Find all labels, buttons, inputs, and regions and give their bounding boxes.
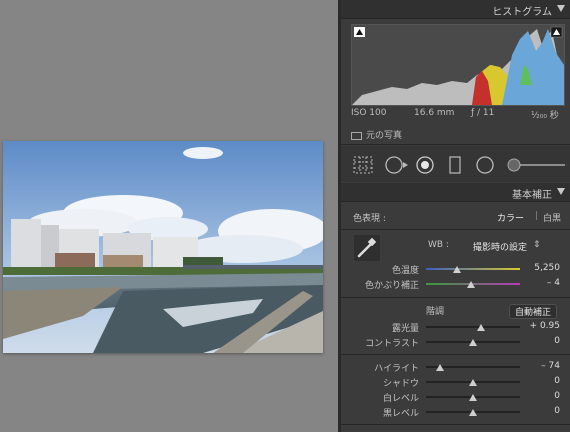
histogram-header[interactable]: ヒストグラム — [341, 0, 570, 19]
highlights-thumb[interactable] — [436, 364, 445, 371]
temp-value[interactable]: 5,250 — [534, 263, 560, 273]
tone-label: 階調 — [426, 307, 445, 317]
contrast-thumb[interactable] — [469, 339, 477, 346]
triangle-down-icon — [557, 188, 565, 195]
separator — [341, 297, 570, 298]
exif-shutter: ¹⁄₂₀₀ 秒 — [531, 111, 559, 121]
exposure-track[interactable] — [426, 326, 520, 328]
temp-label: 色温度 — [391, 266, 419, 276]
checkbox-icon — [351, 131, 362, 140]
histogram-graph — [352, 26, 564, 105]
triangle-down-icon — [557, 5, 565, 12]
develop-right-panel: ヒストグラム ISO 100 16.6 mm ƒ / 11 ¹⁄₂₀₀ 秒 元の… — [341, 0, 570, 432]
whites-label: 白レベル — [382, 394, 419, 404]
histogram[interactable] — [351, 24, 565, 106]
wb-select[interactable]: 撮影時の設定 — [473, 240, 527, 253]
basic-header[interactable]: 基本補正 — [341, 183, 570, 202]
temp-thumb[interactable] — [453, 266, 462, 273]
spot-removal-icon[interactable] — [385, 156, 409, 174]
image-canvas — [0, 0, 340, 432]
photo-preview[interactable] — [3, 141, 323, 353]
tint-value[interactable]: – 4 — [547, 278, 560, 288]
tint-label: 色かぶり補正 — [364, 281, 419, 291]
separator — [341, 144, 570, 145]
exif-focal: 16.6 mm — [414, 108, 455, 118]
shadows-value[interactable]: 0 — [554, 376, 560, 386]
original-photo-label: 元の写真 — [366, 131, 403, 141]
contrast-label: コントラスト — [365, 339, 419, 349]
wb-select-arrow-icon[interactable]: ⇕ — [533, 240, 541, 250]
treatment-color-option[interactable]: カラー — [497, 211, 524, 224]
blacks-value[interactable]: 0 — [554, 406, 560, 416]
treatment-label: 色表現 : — [353, 214, 386, 224]
tool-strip — [341, 146, 570, 182]
separator — [341, 424, 570, 425]
tint-thumb[interactable] — [467, 281, 476, 288]
contrast-value[interactable]: 0 — [554, 336, 560, 346]
shadows-label: シャドウ — [382, 379, 419, 389]
auto-tone-button[interactable]: 自動補正 — [509, 304, 558, 319]
whites-value[interactable]: 0 — [554, 391, 560, 401]
temp-track[interactable] — [426, 268, 520, 270]
whites-thumb[interactable] — [469, 394, 477, 401]
exposure-label: 露光量 — [391, 324, 419, 334]
treatment-bw-option[interactable]: 白黒 — [543, 211, 561, 224]
wb-label: WB : — [428, 240, 449, 250]
crop-grid-icon[interactable] — [353, 156, 373, 174]
graduated-filter-icon[interactable] — [449, 156, 461, 174]
treatment-separator: | — [535, 211, 539, 221]
highlights-value[interactable]: – 74 — [541, 361, 560, 371]
landscape-photo — [3, 141, 323, 353]
separator — [341, 229, 570, 230]
shadows-thumb[interactable] — [469, 379, 477, 386]
exif-iso: ISO 100 — [351, 108, 387, 118]
exif-aperture: ƒ / 11 — [471, 108, 495, 118]
exposure-value[interactable]: + 0.95 — [530, 321, 560, 331]
separator — [341, 354, 570, 355]
radial-filter-icon[interactable] — [476, 156, 494, 174]
adjustment-brush-icon[interactable] — [507, 156, 565, 174]
histogram-title: ヒストグラム — [492, 7, 552, 18]
blacks-label: 黒レベル — [382, 409, 419, 419]
highlights-label: ハイライト — [374, 364, 419, 374]
blacks-thumb[interactable] — [469, 409, 477, 416]
basic-title: 基本補正 — [512, 190, 552, 201]
original-photo-toggle[interactable]: 元の写真 — [351, 128, 402, 141]
eyedropper-icon[interactable] — [353, 234, 381, 262]
redeye-icon[interactable] — [416, 156, 434, 174]
exposure-thumb[interactable] — [476, 324, 485, 331]
